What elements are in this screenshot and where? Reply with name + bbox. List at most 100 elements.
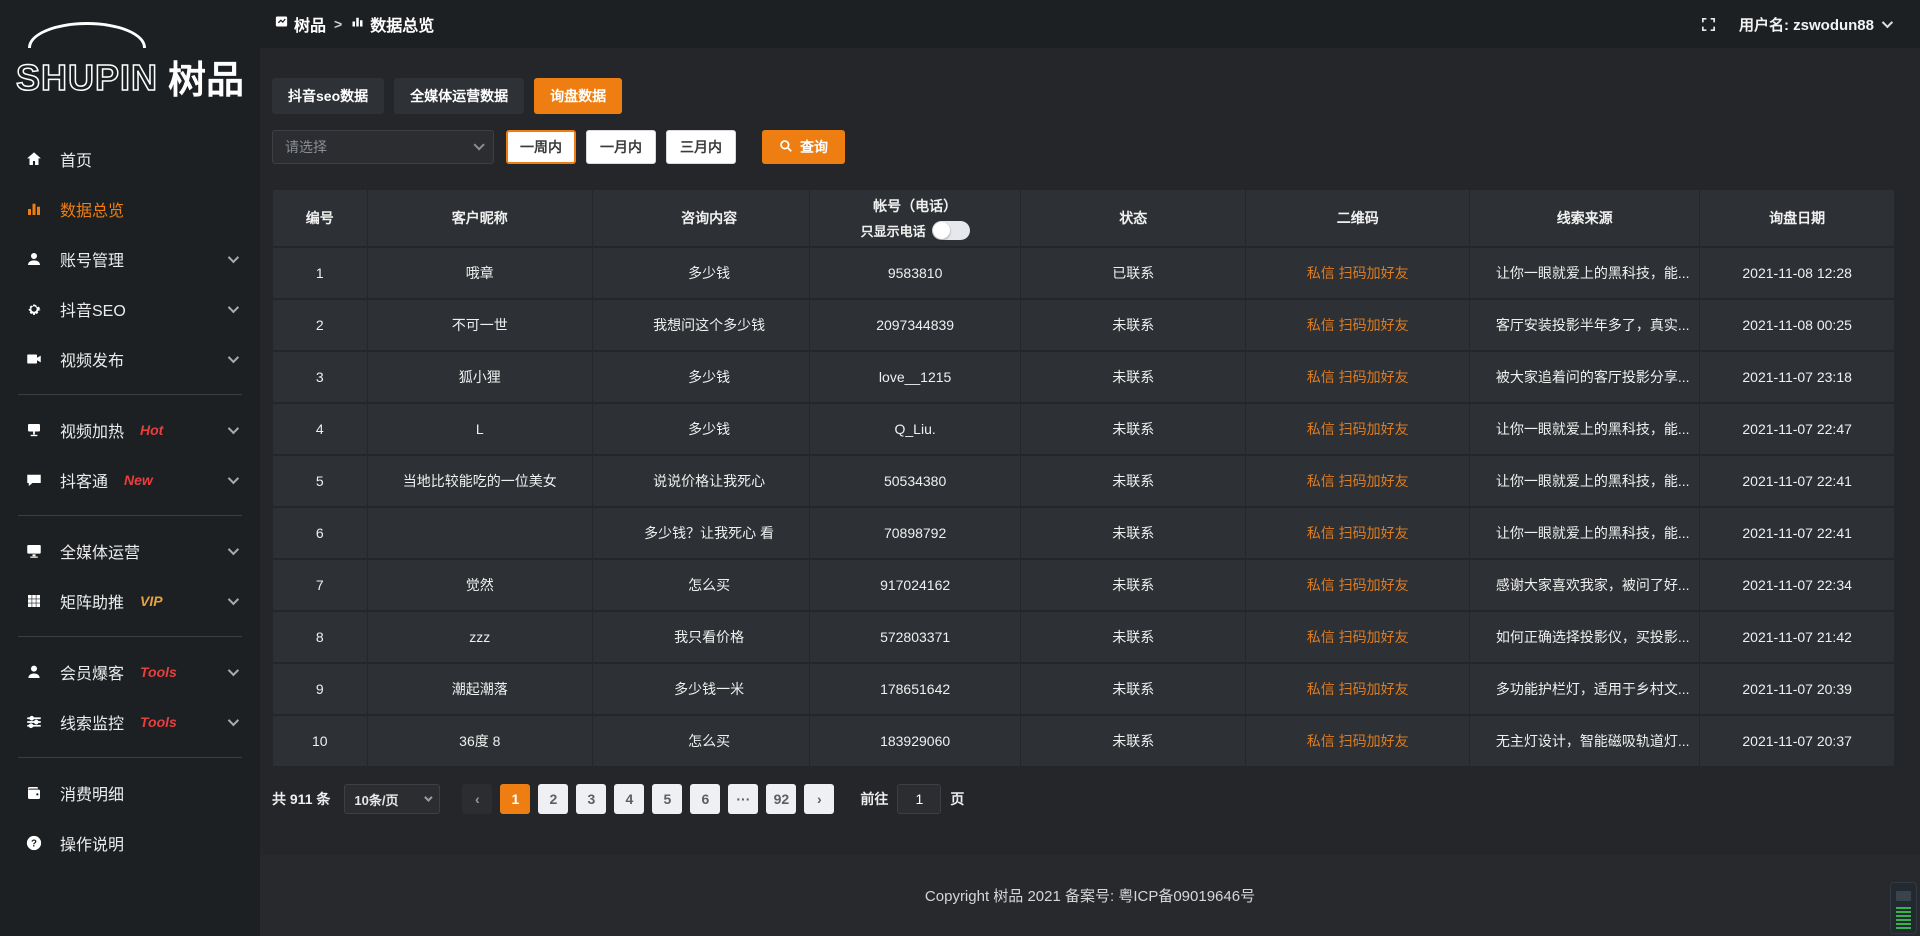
col-header-status: 状态 (1021, 190, 1245, 246)
page-number-button-6[interactable]: 6 (690, 784, 720, 814)
page-ellipsis-button[interactable]: ··· (728, 784, 758, 814)
cell-date: 2021-11-08 12:28 (1700, 248, 1894, 298)
next-page-button[interactable]: › (804, 784, 834, 814)
sidebar-divider (18, 757, 242, 758)
page-number-button-1[interactable]: 1 (500, 784, 530, 814)
goto-page-input[interactable] (897, 784, 941, 814)
private-message-link[interactable]: 私信 (1307, 681, 1335, 697)
private-message-link[interactable]: 私信 (1307, 473, 1335, 489)
cell-source[interactable]: 客厅安装投影半年多了，真实... (1470, 300, 1699, 350)
scan-add-friend-link[interactable]: 扫码加好友 (1339, 733, 1409, 749)
table-row: 8 zzz 我只看价格 572803371 未联系 私信 扫码加好友 如何正确选… (273, 612, 1894, 662)
page-number-button-4[interactable]: 4 (614, 784, 644, 814)
period-button-三月内[interactable]: 三月内 (666, 130, 736, 164)
page-number-button-5[interactable]: 5 (652, 784, 682, 814)
tab-询盘数据[interactable]: 询盘数据 (534, 78, 622, 114)
sidebar-item-matrix-boost[interactable]: 矩阵助推 VIP (0, 576, 260, 626)
sidebar-item-home[interactable]: 首页 (0, 134, 260, 184)
tab-全媒体运营数据[interactable]: 全媒体运营数据 (394, 78, 524, 114)
scan-add-friend-link[interactable]: 扫码加好友 (1339, 577, 1409, 593)
sidebar-item-operation-help[interactable]: ? 操作说明 (0, 818, 260, 868)
goto-page: 前往 页 (860, 784, 964, 814)
cell-no: 6 (273, 508, 367, 558)
breadcrumb-current[interactable]: 数据总览 (350, 12, 434, 36)
cell-date: 2021-11-07 23:18 (1700, 352, 1894, 402)
col-header-nickname: 客户昵称 (368, 190, 592, 246)
private-message-link[interactable]: 私信 (1307, 577, 1335, 593)
cell-account: 183929060 (810, 716, 1020, 766)
page-number-button-92[interactable]: 92 (766, 784, 796, 814)
cell-status: 未联系 (1021, 560, 1245, 610)
cell-source[interactable]: 感谢大家喜欢我家，被问了好... (1470, 560, 1699, 610)
scan-add-friend-link[interactable]: 扫码加好友 (1339, 629, 1409, 645)
cell-content: 多少钱 (593, 248, 809, 298)
private-message-link[interactable]: 私信 (1307, 733, 1335, 749)
cell-source[interactable]: 无主灯设计，智能磁吸轨道灯... (1470, 716, 1699, 766)
sidebar-item-clue-monitor[interactable]: 线索监控 Tools (0, 697, 260, 747)
cell-account: 70898792 (810, 508, 1020, 558)
period-button-一周内[interactable]: 一周内 (506, 130, 576, 164)
scan-add-friend-link[interactable]: 扫码加好友 (1339, 681, 1409, 697)
page-number-button-2[interactable]: 2 (538, 784, 568, 814)
scan-add-friend-link[interactable]: 扫码加好友 (1339, 525, 1409, 541)
breadcrumb: 树品 > 数据总览 (274, 12, 434, 36)
cell-content: 怎么买 (593, 560, 809, 610)
cell-source[interactable]: 多功能护栏灯，适用于乡村文... (1470, 664, 1699, 714)
private-message-link[interactable]: 私信 (1307, 629, 1335, 645)
sidebar-item-douketong[interactable]: 抖客通 New (0, 455, 260, 505)
logo: SHUPIN 树品 (0, 10, 260, 128)
prev-page-button[interactable]: ‹ (462, 784, 492, 814)
scan-add-friend-link[interactable]: 扫码加好友 (1339, 369, 1409, 385)
cell-no: 5 (273, 456, 367, 506)
cell-no: 3 (273, 352, 367, 402)
user-menu[interactable]: 用户名: zswodun88 (1739, 14, 1890, 35)
sidebar-item-badge: VIP (140, 593, 163, 609)
cell-source[interactable]: 让你一眼就爱上的黑科技，能... (1470, 456, 1699, 506)
private-message-link[interactable]: 私信 (1307, 525, 1335, 541)
cell-content: 说说价格让我死心 (593, 456, 809, 506)
scan-add-friend-link[interactable]: 扫码加好友 (1339, 473, 1409, 489)
sidebar-item-video-heat[interactable]: 视频加热 Hot (0, 405, 260, 455)
private-message-link[interactable]: 私信 (1307, 369, 1335, 385)
cell-qrcode: 私信 扫码加好友 (1246, 404, 1469, 454)
cell-source[interactable]: 让你一眼就爱上的黑科技，能... (1470, 508, 1699, 558)
cell-source[interactable]: 如何正确选择投影仪，买投影... (1470, 612, 1699, 662)
sidebar-item-badge: New (124, 472, 153, 488)
filter-select-placeholder: 请选择 (285, 137, 327, 157)
table-row: 1 哦章 多少钱 9583810 已联系 私信 扫码加好友 让你一眼就爱上的黑科… (273, 248, 1894, 298)
fullscreen-icon[interactable] (1700, 16, 1717, 33)
sidebar-item-member-baoke[interactable]: 会员爆客 Tools (0, 647, 260, 697)
cell-status: 未联系 (1021, 664, 1245, 714)
sidebar-item-douyin-seo[interactable]: 抖音SEO (0, 284, 260, 334)
page-size-select[interactable]: 10条/页 (344, 784, 440, 814)
sidebar-item-account-manage[interactable]: 账号管理 (0, 234, 260, 284)
sidebar-item-media-operation[interactable]: 全媒体运营 (0, 526, 260, 576)
sidebar-item-data-overview[interactable]: 数据总览 (0, 184, 260, 234)
table-body: 1 哦章 多少钱 9583810 已联系 私信 扫码加好友 让你一眼就爱上的黑科… (273, 248, 1894, 766)
private-message-link[interactable]: 私信 (1307, 265, 1335, 281)
page-number-button-3[interactable]: 3 (576, 784, 606, 814)
scan-add-friend-link[interactable]: 扫码加好友 (1339, 265, 1409, 281)
cell-source[interactable]: 被大家追着问的客厅投影分享... (1470, 352, 1699, 402)
tab-抖音seo数据[interactable]: 抖音seo数据 (272, 78, 384, 114)
breadcrumb-root[interactable]: 树品 (274, 12, 326, 36)
sidebar-item-label: 操作说明 (60, 831, 124, 855)
filter-select[interactable]: 请选择 (272, 130, 494, 164)
period-button-一月内[interactable]: 一月内 (586, 130, 656, 164)
sidebar-item-consume-detail[interactable]: 消费明细 (0, 768, 260, 818)
cell-source[interactable]: 让你一眼就爱上的黑科技，能... (1470, 248, 1699, 298)
scan-add-friend-link[interactable]: 扫码加好友 (1339, 317, 1409, 333)
cell-nickname: L (368, 404, 592, 454)
search-button[interactable]: 查询 (762, 130, 845, 164)
cell-status: 未联系 (1021, 352, 1245, 402)
sidebar-item-video-publish[interactable]: 视频发布 (0, 334, 260, 384)
cell-nickname: 潮起潮落 (368, 664, 592, 714)
private-message-link[interactable]: 私信 (1307, 421, 1335, 437)
scan-add-friend-link[interactable]: 扫码加好友 (1339, 421, 1409, 437)
cell-source[interactable]: 让你一眼就爱上的黑科技，能... (1470, 404, 1699, 454)
member-icon (24, 662, 44, 682)
chevron-down-icon (228, 423, 239, 434)
phone-only-toggle[interactable] (932, 221, 970, 240)
private-message-link[interactable]: 私信 (1307, 317, 1335, 333)
chevron-down-icon (228, 352, 239, 363)
